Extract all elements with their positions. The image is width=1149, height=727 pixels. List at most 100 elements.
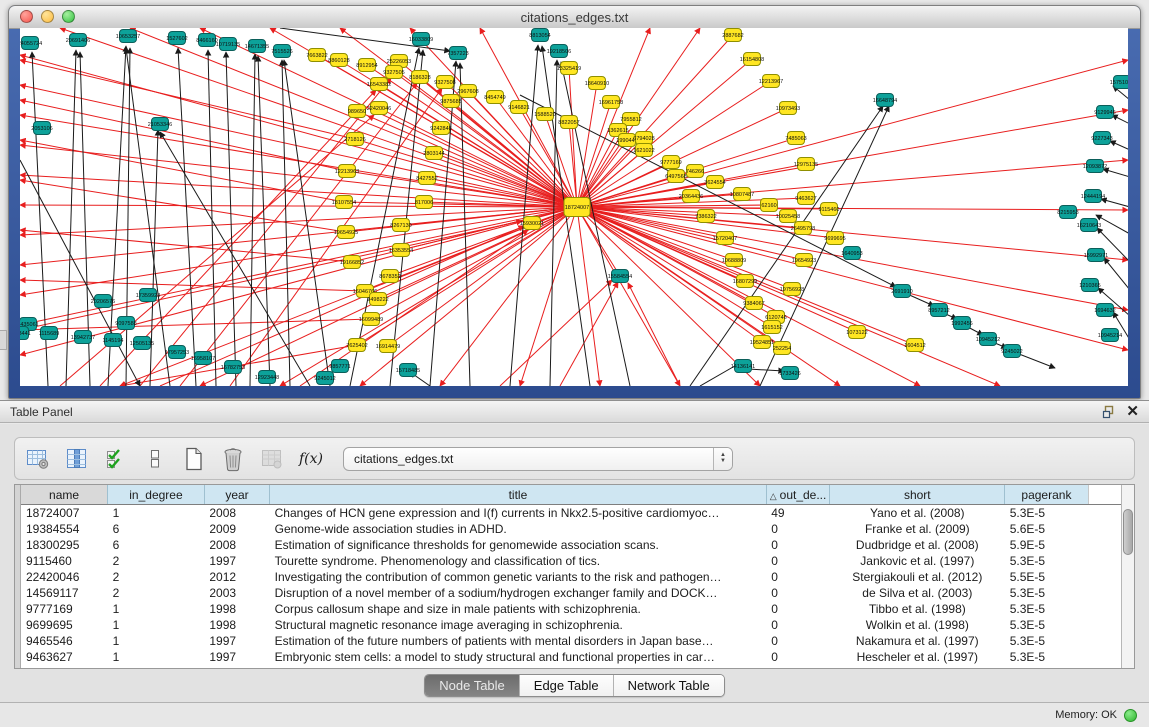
network-node[interactable]: 26495798 bbox=[791, 222, 815, 235]
network-node[interactable]: 16648794 bbox=[873, 94, 897, 107]
network-node[interactable]: 22420046 bbox=[367, 102, 391, 115]
network-node[interactable]: 16961758 bbox=[599, 96, 623, 109]
network-node[interactable]: 8678352 bbox=[379, 270, 400, 283]
network-node[interactable]: 15720407 bbox=[713, 232, 737, 245]
network-node[interactable]: 9327508 bbox=[434, 76, 455, 89]
network-node[interactable]: 17359928 bbox=[136, 289, 160, 302]
network-node[interactable]: 9384067 bbox=[743, 297, 764, 310]
network-node[interactable]: 10719135 bbox=[216, 38, 240, 51]
close-window-icon[interactable] bbox=[20, 10, 33, 23]
window-titlebar[interactable]: citations_edges.txt bbox=[9, 6, 1140, 29]
network-node[interactable]: 2887682 bbox=[722, 29, 743, 42]
network-node[interactable]: 16033809 bbox=[409, 33, 433, 46]
network-node[interactable]: 2053106 bbox=[31, 122, 52, 135]
network-node[interactable]: 10025458 bbox=[776, 210, 800, 223]
network-node[interactable]: 7485063 bbox=[785, 132, 806, 145]
network-node[interactable]: 8912954 bbox=[356, 59, 377, 72]
close-panel-icon[interactable]: ✕ bbox=[1126, 404, 1139, 419]
network-node[interactable]: 15718485 bbox=[396, 364, 420, 377]
network-node[interactable]: 2803144 bbox=[423, 147, 444, 160]
network-node[interactable]: 9146821 bbox=[508, 101, 529, 114]
network-node[interactable]: 1604512 bbox=[904, 339, 925, 352]
network-node[interactable]: 8454749 bbox=[484, 91, 505, 104]
column-header-in_degree[interactable]: in_degree bbox=[108, 485, 205, 505]
network-node[interactable]: 12213963 bbox=[335, 165, 359, 178]
network-node[interactable]: 18640910 bbox=[585, 77, 609, 90]
float-window-icon[interactable] bbox=[1102, 405, 1116, 419]
network-node[interactable]: 19756928 bbox=[780, 283, 804, 296]
network-node[interactable]: 10653257 bbox=[116, 30, 140, 43]
table-vertical-scrollbar[interactable] bbox=[1121, 485, 1134, 668]
network-node[interactable]: 16210643 bbox=[1077, 219, 1101, 232]
network-node[interactable]: 9463627 bbox=[795, 192, 816, 205]
network-node[interactable]: 17957253 bbox=[165, 346, 189, 359]
network-node[interactable]: 1733426 bbox=[779, 367, 800, 380]
column-header-year[interactable]: year bbox=[204, 485, 269, 505]
network-node[interactable]: 1145194 bbox=[102, 334, 123, 347]
minimize-window-icon[interactable] bbox=[41, 10, 54, 23]
network-node[interactable]: 7663822 bbox=[306, 49, 327, 62]
network-node[interactable]: 18724007 bbox=[564, 198, 590, 217]
network-node[interactable]: 8822057 bbox=[558, 116, 579, 129]
network-node[interactable]: 16782753 bbox=[221, 361, 245, 374]
network-node[interactable]: 20206576 bbox=[91, 295, 115, 308]
network-node[interactable]: 8813054 bbox=[529, 29, 550, 42]
network-node[interactable]: 10945212 bbox=[976, 333, 1000, 346]
network-node[interactable]: 20364436 bbox=[679, 190, 703, 203]
network-node[interactable]: 16914479 bbox=[376, 340, 400, 353]
network-node[interactable]: 13325419 bbox=[557, 62, 581, 75]
table-selector-dropdown[interactable]: citations_edges.txt ▲▼ bbox=[343, 447, 733, 471]
network-node[interactable]: 3624554 bbox=[704, 176, 725, 189]
network-node[interactable]: 1615152 bbox=[761, 321, 782, 334]
network-node[interactable]: 12093872 bbox=[1083, 160, 1107, 173]
network-node[interactable]: 9245012 bbox=[314, 372, 335, 385]
network-node[interactable]: 1694632 bbox=[1094, 304, 1115, 317]
network-node[interactable]: 12444194 bbox=[1081, 190, 1105, 203]
network-node[interactable]: 9875685 bbox=[440, 95, 461, 108]
network-node[interactable]: 9777169 bbox=[660, 156, 681, 169]
network-node[interactable]: 19166852 bbox=[340, 256, 364, 269]
network-node[interactable]: 16154808 bbox=[740, 53, 764, 66]
delete-trash-icon[interactable] bbox=[220, 446, 246, 472]
network-node[interactable]: 2967608 bbox=[457, 85, 478, 98]
network-node[interactable]: 8186328 bbox=[409, 71, 430, 84]
table-settings-icon[interactable] bbox=[25, 446, 51, 472]
network-node[interactable]: 817006 bbox=[415, 196, 433, 209]
network-node[interactable]: 16958107 bbox=[191, 352, 215, 365]
column-header-title[interactable]: title bbox=[270, 485, 767, 505]
network-node[interactable]: 16353554 bbox=[389, 244, 413, 257]
function-builder-icon[interactable]: f(x) bbox=[298, 446, 324, 472]
network-node[interactable]: 14671355 bbox=[245, 40, 269, 53]
network-node[interactable]: 252254 bbox=[773, 342, 791, 355]
network-node[interactable]: 12505135 bbox=[130, 337, 154, 350]
network-node[interactable]: 8427552 bbox=[416, 172, 437, 185]
panel-collapse-handle[interactable] bbox=[0, 330, 7, 350]
network-node[interactable]: 8957212 bbox=[928, 304, 949, 317]
tab-node-table[interactable]: Node Table bbox=[425, 675, 519, 696]
network-node[interactable]: 20691406 bbox=[66, 34, 90, 47]
network-node[interactable]: 15992971 bbox=[1084, 249, 1108, 262]
column-header-name[interactable]: name bbox=[21, 485, 108, 505]
network-node[interactable]: 7386322 bbox=[695, 210, 716, 223]
column-header-out_de[interactable]: △out_de... bbox=[766, 485, 830, 505]
tab-network-table[interactable]: Network Table bbox=[613, 675, 724, 696]
network-node[interactable]: 1588520 bbox=[534, 108, 555, 121]
table-row[interactable]: 1872400712008Changes of HCN gene express… bbox=[21, 505, 1134, 522]
select-rows-icon[interactable] bbox=[103, 446, 129, 472]
network-node[interactable]: 1073122 bbox=[846, 326, 867, 339]
network-node[interactable]: 10973493 bbox=[776, 102, 800, 115]
network-node[interactable]: 746266 bbox=[686, 165, 704, 178]
network-node[interactable]: 15930021 bbox=[520, 217, 544, 230]
table-row[interactable]: 969969511998Structural magnetic resonanc… bbox=[21, 617, 1134, 633]
create-table-icon[interactable] bbox=[181, 446, 207, 472]
network-node[interactable]: 16099489 bbox=[359, 313, 383, 326]
network-node[interactable]: 1640953 bbox=[841, 247, 862, 260]
network-node[interactable]: 9227343 bbox=[1091, 132, 1112, 145]
column-header-short[interactable]: short bbox=[830, 485, 1005, 505]
table-row[interactable]: 1938455462009Genome-wide association stu… bbox=[21, 521, 1134, 537]
network-canvas[interactable]: 1872400715930021766382288601288912954252… bbox=[20, 28, 1128, 386]
network-node[interactable]: 6794028 bbox=[633, 132, 654, 145]
network-node[interactable]: 19524851 bbox=[750, 336, 774, 349]
scrollbar-thumb[interactable] bbox=[1123, 509, 1133, 555]
network-node[interactable]: 9115460 bbox=[818, 203, 839, 216]
